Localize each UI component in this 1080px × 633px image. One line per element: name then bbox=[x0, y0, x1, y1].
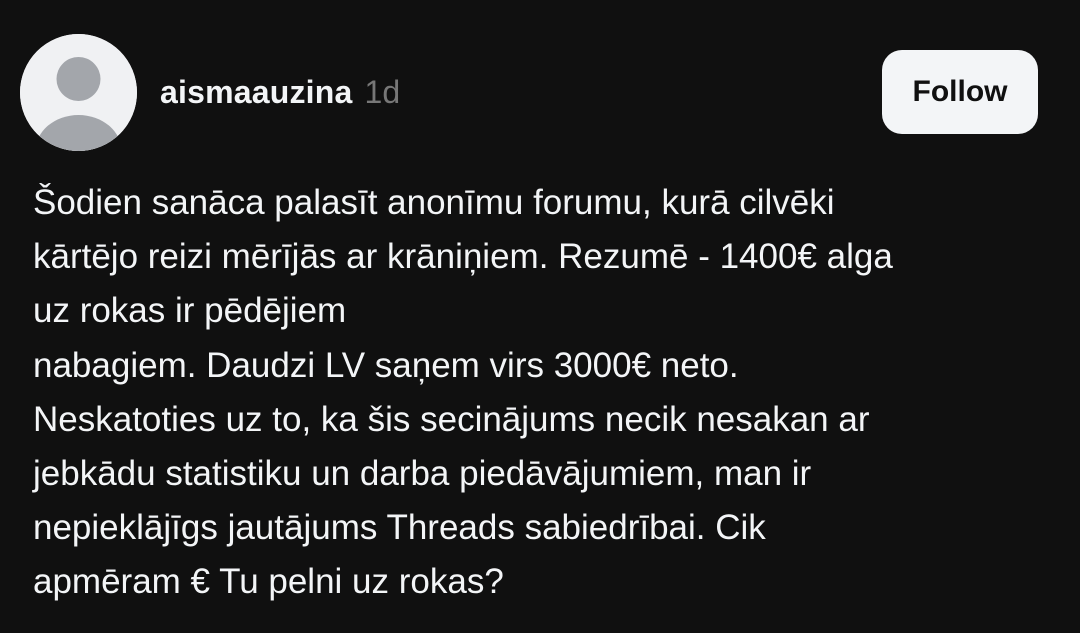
avatar[interactable] bbox=[20, 34, 137, 151]
post-text-line: apmēram € Tu pelni uz rokas? bbox=[33, 562, 504, 602]
post-header: aismaauzina 1d bbox=[160, 70, 400, 114]
post-timestamp[interactable]: 1d bbox=[365, 74, 401, 111]
post-text: Šodien sanāca palasīt anonīmu forumu, ku… bbox=[33, 176, 1043, 610]
default-avatar-icon bbox=[20, 34, 137, 151]
post-text-line: Neskatoties uz to, ka šis secinājums nec… bbox=[33, 399, 870, 439]
post-text-line: jebkādu statistiku un darba piedāvājumie… bbox=[33, 454, 812, 494]
post-text-line: uz rokas ir pēdējiem bbox=[33, 291, 347, 331]
post-text-line: nabagiem. Daudzi LV saņem virs 3000€ net… bbox=[33, 345, 739, 385]
post-text-line: Šodien sanāca palasīt anonīmu forumu, ku… bbox=[33, 183, 835, 222]
post-text-line: kārtējo reizi mērījās ar krāniņiem. Rezu… bbox=[33, 237, 893, 277]
thread-post: aismaauzina 1d Follow Šodien sanāca pala… bbox=[0, 0, 1080, 633]
username-link[interactable]: aismaauzina bbox=[160, 74, 353, 111]
follow-button[interactable]: Follow bbox=[882, 50, 1038, 134]
post-text-line: nepieklājīgs jautājums Threads sabiedrīb… bbox=[33, 508, 766, 548]
